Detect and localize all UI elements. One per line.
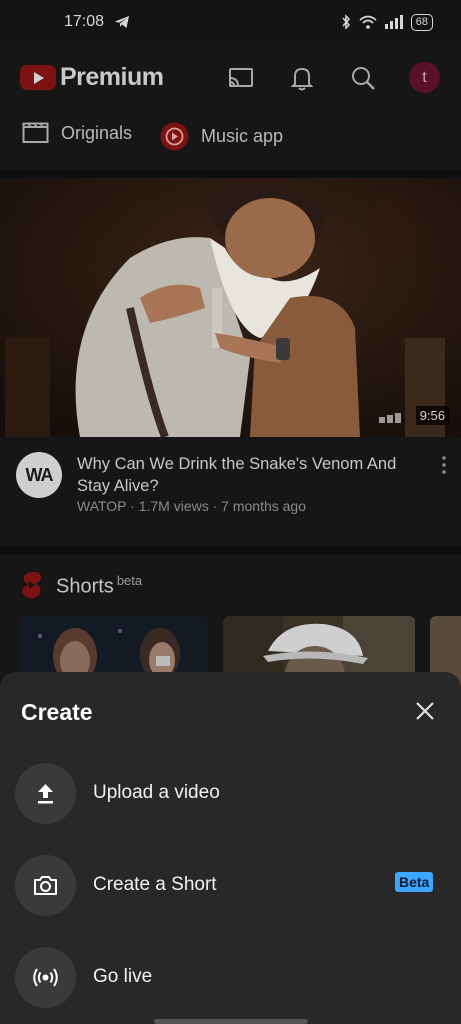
video-title[interactable]: Why Can We Drink the Snake's Venom And S… xyxy=(77,453,422,497)
more-options-icon[interactable] xyxy=(434,453,454,477)
home-indicator[interactable] xyxy=(154,1019,308,1024)
status-time: 17:08 xyxy=(64,13,105,30)
shorts-beta-label: beta xyxy=(116,572,143,588)
create-short-option[interactable]: Create a Short xyxy=(0,845,461,925)
app-header: Premium xyxy=(0,44,461,108)
video-info: WA Why Can We Drink the Snake's Venom An… xyxy=(0,437,461,545)
option-label: Upload a video xyxy=(93,782,220,803)
live-option-circle xyxy=(15,947,76,1008)
category-bar: Originals Music app xyxy=(0,108,461,170)
account-avatar[interactable]: t xyxy=(409,62,440,93)
search-icon[interactable] xyxy=(349,64,377,92)
go-live-option[interactable]: Go live xyxy=(0,937,461,1017)
upload-option-circle xyxy=(15,763,76,824)
quality-indicator xyxy=(379,413,401,423)
signal-icon xyxy=(384,15,403,29)
chip-label: Originals xyxy=(61,122,133,143)
channel-avatar[interactable]: WA xyxy=(16,452,62,498)
youtube-logo-icon xyxy=(20,65,56,90)
music-app-icon xyxy=(160,122,189,151)
shorts-logo-icon xyxy=(22,572,41,599)
option-label: Go live xyxy=(93,966,153,987)
video-duration: 9:56 xyxy=(415,406,449,425)
brand-label: Premium xyxy=(60,63,164,91)
battery-icon: 68 xyxy=(410,13,433,31)
camera-option-circle xyxy=(15,855,76,916)
telegram-icon xyxy=(115,16,130,28)
camera-icon xyxy=(34,876,57,895)
shorts-header: Shorts beta xyxy=(20,571,142,600)
create-sheet: Create Upload a video Create a Short Bet… xyxy=(0,672,461,1024)
wifi-icon xyxy=(359,15,377,29)
bluetooth-icon xyxy=(342,14,350,30)
shorts-title: Shorts xyxy=(56,575,114,598)
chip-music-app[interactable]: Music app xyxy=(160,122,283,151)
status-bar: 17:08 68 xyxy=(0,0,461,44)
clapperboard-icon xyxy=(22,122,49,143)
cast-icon[interactable] xyxy=(227,64,255,92)
chip-label: Music app xyxy=(201,126,284,146)
sheet-title: Create xyxy=(21,699,93,725)
chip-originals[interactable]: Originals xyxy=(22,122,132,144)
upload-video-option[interactable]: Upload a video xyxy=(0,753,461,833)
live-broadcast-icon xyxy=(33,968,58,987)
beta-badge: Beta xyxy=(395,872,434,892)
video-thumbnail[interactable]: 9:56 xyxy=(0,178,461,437)
thumbnail-image xyxy=(0,178,461,437)
youtube-premium-logo[interactable]: Premium xyxy=(20,63,164,92)
bell-icon[interactable] xyxy=(288,64,316,92)
close-icon[interactable] xyxy=(410,696,440,726)
option-label: Create a Short xyxy=(93,874,217,895)
video-metadata: WATOP · 1.7M views · 7 months ago xyxy=(77,498,307,514)
upload-icon xyxy=(38,784,53,804)
